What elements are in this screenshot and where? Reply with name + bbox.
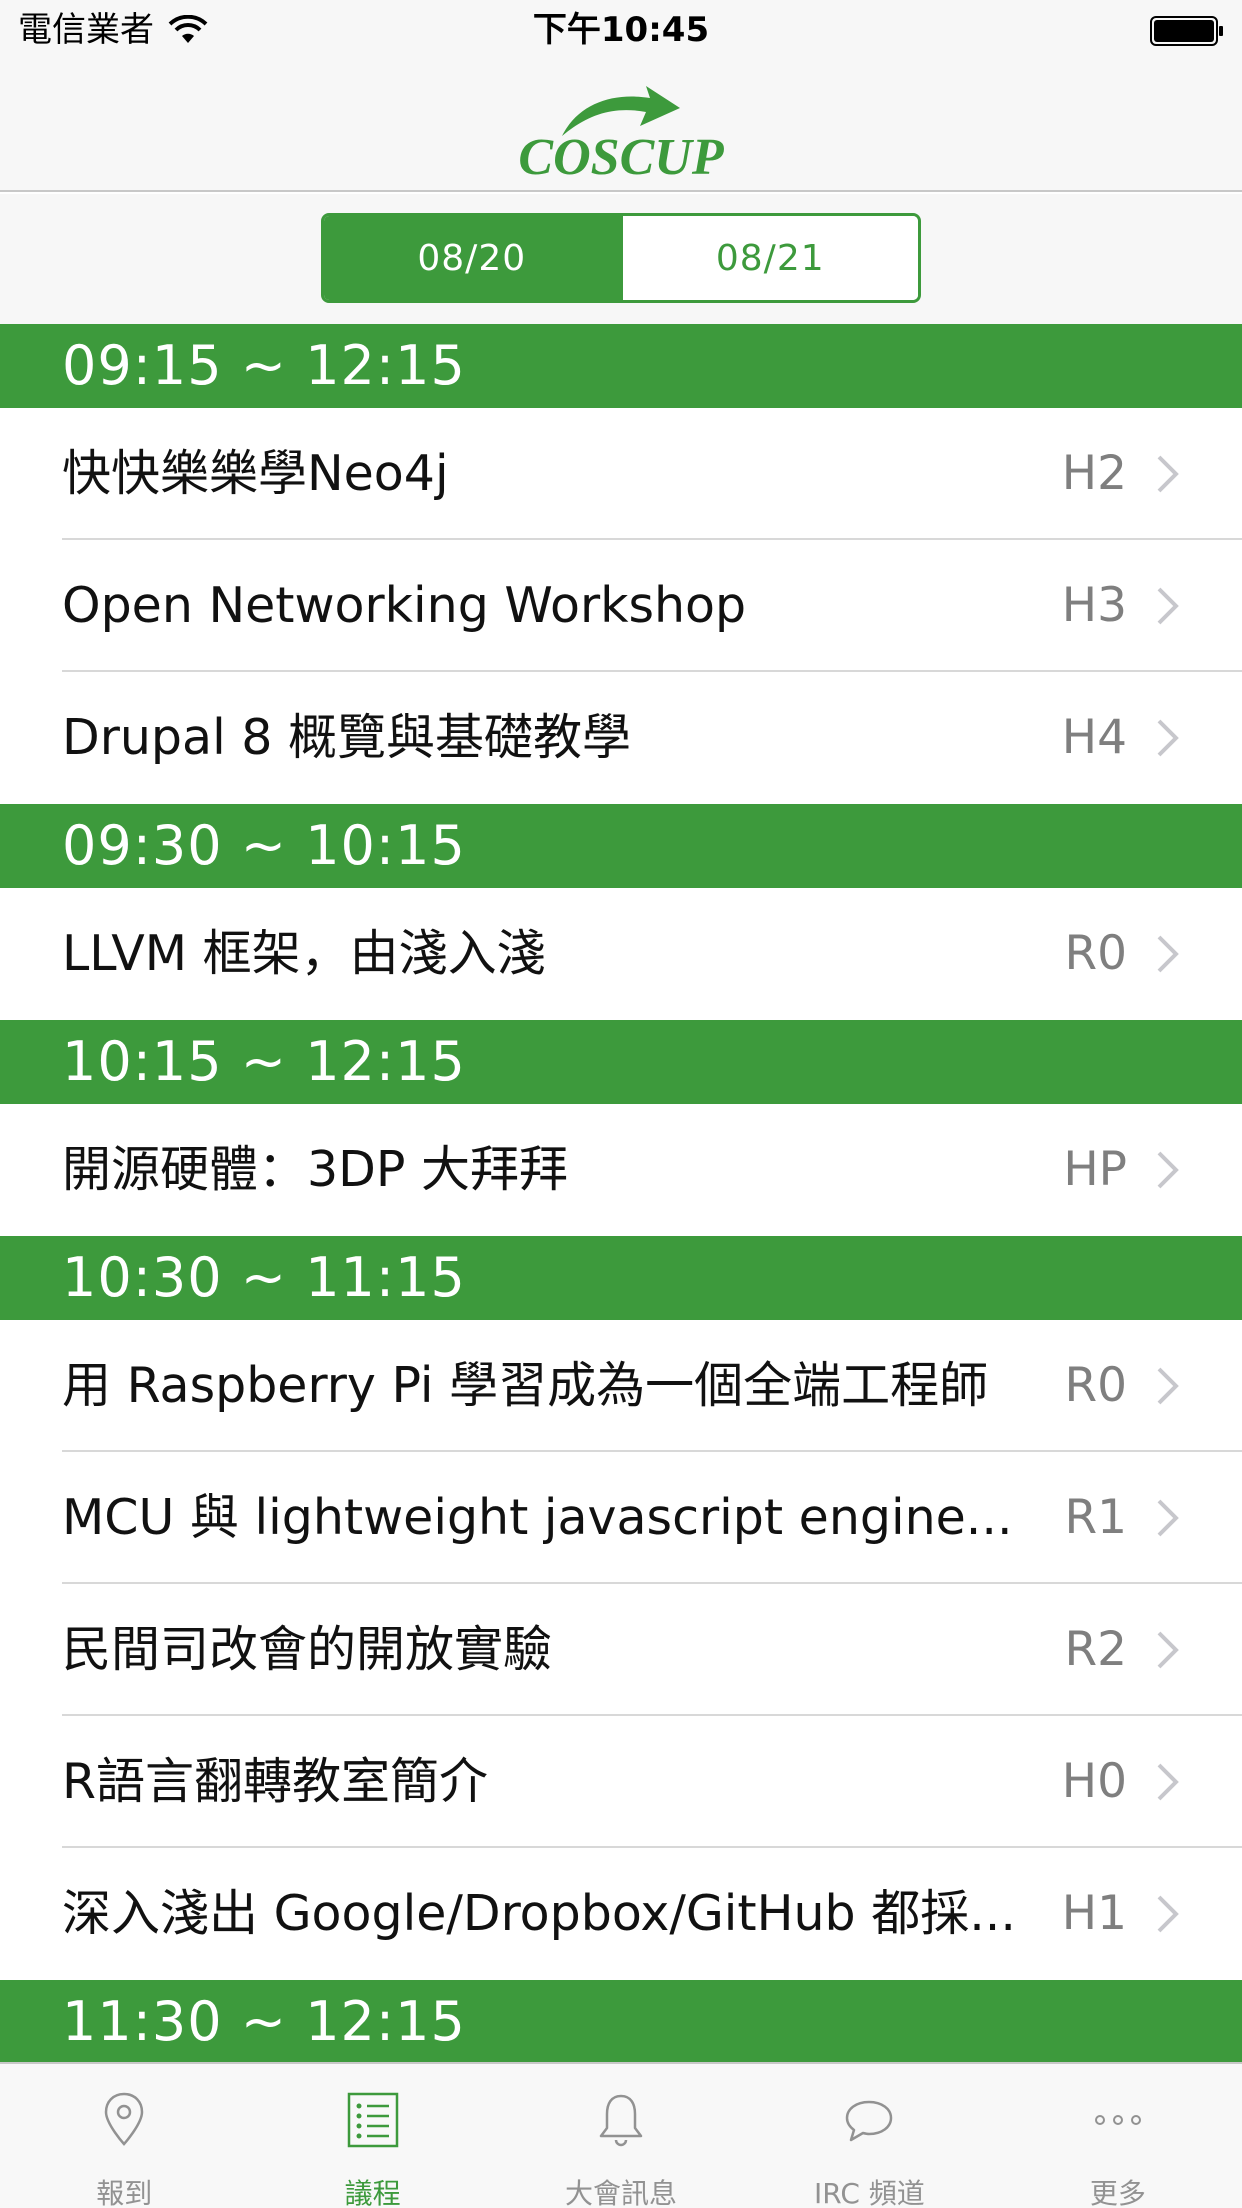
status-time: 下午10:45 [532,10,710,50]
session-row[interactable]: 快快樂樂學Neo4j H2 [0,408,1242,540]
session-room: R0 [1064,926,1127,981]
session-room: R1 [1064,1490,1127,1545]
session-row[interactable]: LLVM 框架，由淺入淺 R0 [0,888,1242,1020]
more-dots-icon [1094,2115,1141,2125]
session-title: Drupal 8 概覽與基礎教學 [62,709,632,766]
tab-more[interactable]: 更多 [994,2064,1242,2208]
date-tab-0821[interactable]: 08/21 [619,216,918,300]
status-bar: 電信業者 下午10:45 [0,0,1242,60]
session-room: HP [1063,1142,1127,1197]
chevron-right-icon [1157,1763,1179,1801]
tab-label: 大會訊息 [565,2177,678,2208]
session-room: H4 [1061,710,1127,765]
session-row[interactable]: Drupal 8 概覽與基礎教學 H4 [0,672,1242,804]
session-room: H1 [1061,1886,1127,1941]
schedule-list: 09:15 ~ 12:15 快快樂樂學Neo4j H2 Open Network… [0,324,1242,2064]
session-room: H3 [1061,578,1127,633]
session-title: 深入淺出 Google/Dropbox/GitHub 都採... [62,1885,1016,1942]
session-title: 民間司改會的開放實驗 [62,1621,553,1678]
session-room: H2 [1061,446,1127,501]
session-row[interactable]: 深入淺出 Google/Dropbox/GitHub 都採... H1 [0,1848,1242,1980]
session-title: Open Networking Workshop [62,577,747,634]
schedule-list-icon [347,2092,398,2148]
tab-label: 報到 [96,2177,153,2208]
session-row[interactable]: MCU 與 lightweight javascript engine... R… [0,1452,1242,1584]
session-title: MCU 與 lightweight javascript engine... [62,1489,1013,1546]
tab-checkin[interactable]: 報到 [0,2064,248,2208]
chevron-right-icon [1157,455,1179,493]
time-section-header: 09:15 ~ 12:15 [0,324,1242,408]
time-section-header: 10:15 ~ 12:15 [0,1020,1242,1104]
tab-label: 更多 [1089,2177,1146,2208]
date-segmented-control: 08/20 08/21 [321,213,921,303]
chevron-right-icon [1157,1895,1179,1933]
chevron-right-icon [1157,1151,1179,1189]
session-title: 開源硬體：3DP 大拜拜 [62,1141,569,1198]
chevron-right-icon [1157,1367,1179,1405]
session-room: R2 [1064,1622,1127,1677]
coscup-logo: COSCUP [518,86,725,186]
session-title: LLVM 框架，由淺入淺 [62,925,546,982]
session-row[interactable]: R語言翻轉教室簡介 H0 [0,1716,1242,1848]
date-tab-0820[interactable]: 08/20 [324,216,620,300]
session-row[interactable]: 用 Raspberry Pi 學習成為一個全端工程師 R0 [0,1320,1242,1452]
logo-text: COSCUP [518,129,724,186]
time-section-header: 10:30 ~ 11:15 [0,1236,1242,1320]
session-row[interactable]: Open Networking Workshop H3 [0,540,1242,672]
chat-bubble-icon [846,2100,893,2142]
chevron-right-icon [1157,935,1179,973]
tab-announcements[interactable]: 大會訊息 [497,2064,745,2208]
date-selector-area: 08/20 08/21 [0,194,1242,324]
session-title: 用 Raspberry Pi 學習成為一個全端工程師 [62,1357,989,1414]
tab-label: 議程 [344,2177,401,2208]
chevron-right-icon [1157,587,1179,625]
time-section-header: 11:30 ~ 12:15 [0,1980,1242,2064]
chevron-right-icon [1157,1631,1179,1669]
tab-irc[interactable]: IRC 頻道 [745,2064,993,2208]
chevron-right-icon [1157,719,1179,757]
session-title: 快快樂樂學Neo4j [62,445,449,502]
tab-bar: 報到 議程 大會訊息 IRC 頻道 更多 [0,2062,1242,2208]
time-section-header: 09:30 ~ 10:15 [0,804,1242,888]
session-room: R0 [1064,1358,1127,1413]
session-row[interactable]: 民間司改會的開放實驗 R2 [0,1584,1242,1716]
session-row[interactable]: 開源硬體：3DP 大拜拜 HP [0,1104,1242,1236]
battery-icon [1150,16,1223,46]
tab-schedule[interactable]: 議程 [248,2064,496,2208]
chevron-right-icon [1157,1499,1179,1537]
tab-label: IRC 頻道 [814,2177,925,2208]
navigation-bar: COSCUP [0,60,1242,192]
bell-icon [599,2094,643,2147]
session-room: H0 [1061,1754,1127,1809]
location-pin-icon [104,2092,144,2146]
session-title: R語言翻轉教室簡介 [62,1753,489,1810]
